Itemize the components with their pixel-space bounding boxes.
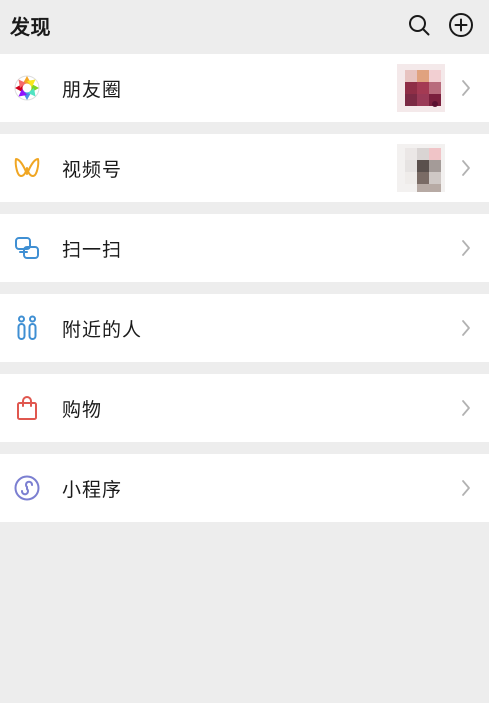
mini-program-icon [12,473,42,503]
chevron-right-icon [459,318,473,338]
chevron-right-icon [459,238,473,258]
menu-item-label: 附近的人 [62,318,143,341]
menu-item-moments[interactable]: 朋友圈 [0,54,489,122]
scan-icon [12,233,42,263]
chevron-right-icon [459,398,473,418]
menu-item-label: 视频号 [62,158,123,181]
people-nearby-icon [12,313,42,343]
chevron-right-icon [459,78,473,98]
channels-thumbnail [397,144,445,192]
chevron-right-icon [459,158,473,178]
menu-item-mini-programs[interactable]: 小程序 [0,454,489,522]
header-actions [405,11,475,39]
channels-butterfly-icon [12,153,42,183]
moments-thumbnail [397,64,445,112]
top-bar: 发现 [0,0,489,50]
search-button[interactable] [405,11,433,39]
search-icon [409,15,430,36]
menu-item-label: 小程序 [62,478,123,501]
discover-list: 朋友圈 视频号 扫一扫 附近的人 购物 小程序 [0,54,489,522]
add-circle-icon [449,13,473,37]
chevron-right-icon [459,478,473,498]
menu-item-label: 扫一扫 [62,238,123,261]
menu-item-shopping[interactable]: 购物 [0,374,489,442]
shopping-bag-icon [12,393,42,423]
page-title: 发现 [10,14,51,39]
menu-item-label: 朋友圈 [62,78,123,101]
menu-item-people-nearby[interactable]: 附近的人 [0,294,489,362]
add-button[interactable] [447,11,475,39]
menu-item-label: 购物 [62,398,103,421]
moments-aperture-icon [12,73,42,103]
menu-item-scan[interactable]: 扫一扫 [0,214,489,282]
menu-item-channels[interactable]: 视频号 [0,134,489,202]
